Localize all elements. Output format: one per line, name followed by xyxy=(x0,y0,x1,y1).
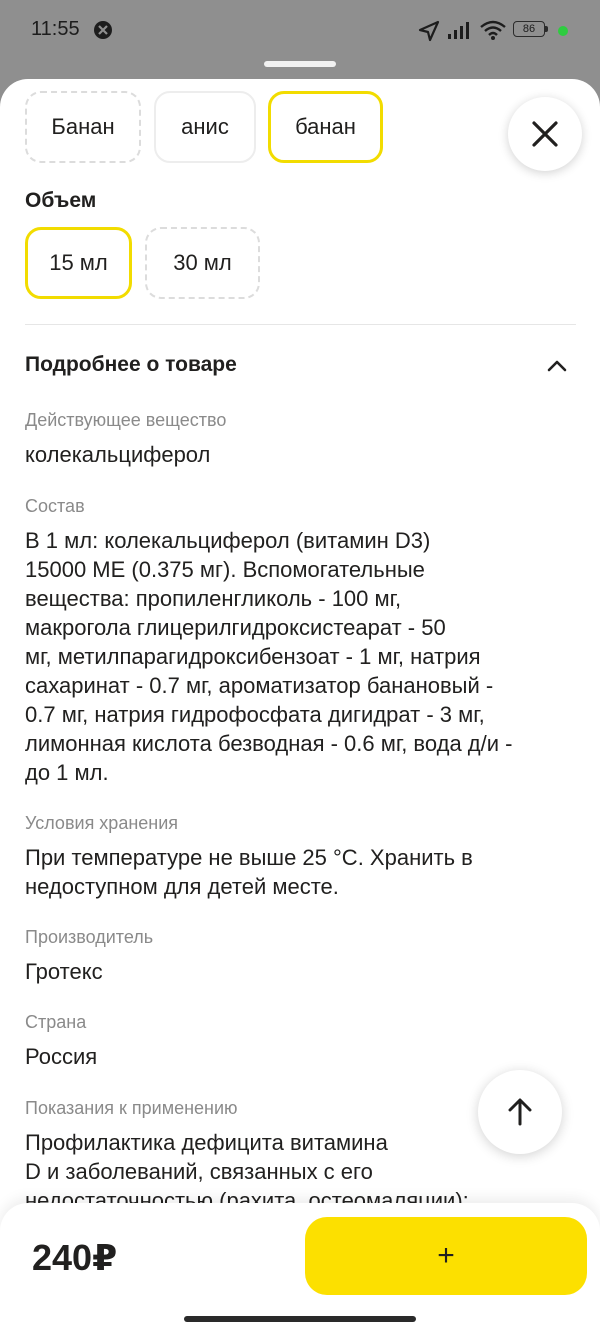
price: 240₽ xyxy=(32,1237,118,1278)
composition-label: Состав xyxy=(25,496,85,516)
chevron-up-icon[interactable] xyxy=(546,359,568,373)
add-to-cart-button[interactable]: + xyxy=(305,1217,587,1295)
volume-chip-15ml[interactable]: 15 мл xyxy=(25,227,132,299)
country-value: Россия xyxy=(25,1044,98,1069)
volume-title: Объем xyxy=(25,189,97,212)
composition-line: макрогола глицерилгидроксистеарат - 50 xyxy=(25,615,446,640)
active-substance-value: колекальциферол xyxy=(25,442,211,467)
status-bar: 11:55 86 xyxy=(0,0,600,62)
storage-line: При температуре не выше 25 °С. Хранить в xyxy=(25,845,473,870)
sheet-handle[interactable] xyxy=(264,61,336,67)
battery-icon: 86 xyxy=(513,21,549,39)
manufacturer-label: Производитель xyxy=(25,927,154,947)
close-icon xyxy=(532,121,558,147)
indications-line: Профилактика дефицита витамина xyxy=(25,1130,388,1155)
bottom-bar: 240₽ + xyxy=(0,1203,600,1332)
close-button[interactable] xyxy=(508,97,582,171)
status-time: 11:55 xyxy=(31,18,80,40)
manufacturer-value: Гротекс xyxy=(25,959,103,984)
indicator-dot xyxy=(558,26,568,36)
arrow-up-icon xyxy=(508,1098,532,1126)
composition-line: вещества: пропиленгликоль - 100 мг, xyxy=(25,586,402,611)
battery-level: 86 xyxy=(522,23,536,35)
storage-label: Условия хранения xyxy=(25,813,179,833)
signal-icon xyxy=(448,22,469,39)
flavor-chip-banana-selected[interactable]: банан xyxy=(268,91,383,163)
composition-line: В 1 мл: колекальциферол (витамин D3) xyxy=(25,528,431,553)
storage-line: недоступном для детей месте. xyxy=(25,874,339,899)
flavor-chip-banana-cap[interactable]: Банан xyxy=(25,91,141,163)
indications-line: D и заболеваний, связанных с его xyxy=(25,1159,373,1184)
composition-line: сахаринат - 0.7 мг, ароматизатор бананов… xyxy=(25,673,494,698)
composition-line: до 1 мл. xyxy=(25,760,109,785)
composition-line: 0.7 мг, натрия гидрофосфата дигидрат - 3… xyxy=(25,702,485,727)
active-substance-label: Действующее вещество xyxy=(25,410,227,430)
home-indicator[interactable] xyxy=(184,1316,416,1322)
composition-line: 15000 МЕ (0.375 мг). Вспомогательные xyxy=(25,557,425,582)
composition-line: мг, метилпарагидроксибензоат - 1 мг, нат… xyxy=(25,644,481,669)
location-arrow-icon xyxy=(418,20,440,42)
volume-chip-30ml[interactable]: 30 мл xyxy=(145,227,260,299)
divider xyxy=(25,324,576,325)
composition-line: лимонная кислота безводная - 0.6 мг, вод… xyxy=(25,731,513,756)
plus-label: + xyxy=(437,1239,455,1272)
product-sheet: Банан анис банан Объем 15 мл 30 мл Подро… xyxy=(0,79,600,1332)
flavor-chip-anise[interactable]: анис xyxy=(154,91,256,163)
country-label: Страна xyxy=(25,1012,87,1032)
scroll-to-top-button[interactable] xyxy=(478,1070,562,1154)
details-section-title[interactable]: Подробнее о товаре xyxy=(25,353,237,377)
indications-label: Показания к применению xyxy=(25,1098,238,1118)
do-not-disturb-icon xyxy=(94,21,112,39)
wifi-icon xyxy=(480,20,506,40)
